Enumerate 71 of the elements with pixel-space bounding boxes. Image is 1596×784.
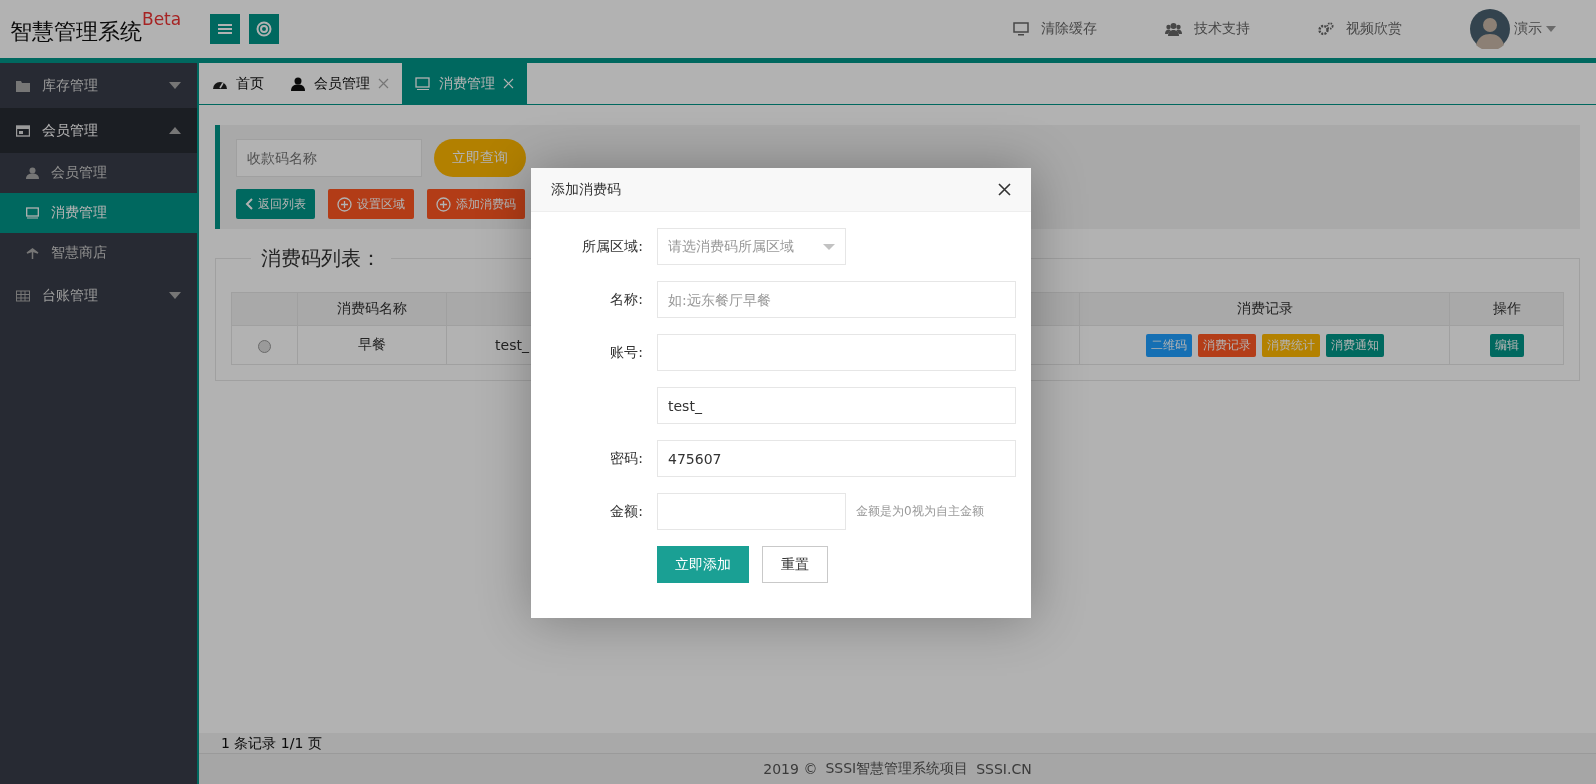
top-link[interactable]: 视频欣赏 <box>1318 20 1402 38</box>
field-label: 密码: <box>610 449 643 466</box>
plus-circle-icon <box>337 196 352 212</box>
input-field[interactable]: test_ <box>657 387 1016 424</box>
menu-item-icon <box>16 79 30 92</box>
input-field[interactable] <box>657 334 1016 371</box>
tag-button[interactable]: 二维码 <box>1145 333 1192 357</box>
beta-label: Beta <box>142 11 182 28</box>
select-field[interactable]: 请选消费码所属区域 <box>657 228 846 265</box>
caret-icon <box>1546 26 1556 32</box>
field-label: 名称: <box>610 290 643 307</box>
menu-item-icon <box>26 247 39 259</box>
sidebar-subitem[interactable]: 消费管理 <box>0 193 197 233</box>
lifebuoy-button[interactable] <box>249 14 279 44</box>
menu-item-icon <box>16 289 30 302</box>
field-label: 所属区域: <box>582 237 643 254</box>
tag-button[interactable]: 消费通知 <box>1325 333 1384 357</box>
copyright: 2019 © <box>763 761 818 777</box>
menu-item-icon <box>26 207 39 219</box>
app-title: 智慧管理系统 <box>10 18 142 46</box>
column-header: 操作 <box>1449 292 1564 326</box>
input-field[interactable]: 如:远东餐厅早餐 <box>657 281 1016 318</box>
tab[interactable]: 消费管理 <box>402 63 527 104</box>
plus-circle-icon <box>436 196 451 212</box>
sidebar-item[interactable]: 台账管理 <box>0 273 197 318</box>
dialog-title: 添加消费码 <box>551 180 621 199</box>
project-link[interactable]: SSSI智慧管理系统项目 <box>825 760 969 778</box>
top-link[interactable]: 技术支持 <box>1165 20 1250 38</box>
ring-icon <box>256 21 272 37</box>
sidebar-item[interactable]: 会员管理 <box>0 108 197 153</box>
tab[interactable]: 首页 <box>199 63 277 104</box>
list-title: 消费码列表： <box>260 245 382 272</box>
gears-icon <box>1318 22 1334 36</box>
field-label: 金额: <box>610 502 643 519</box>
field-hint: 金额是为0视为自主金额 <box>856 503 984 520</box>
caret-icon <box>823 243 835 250</box>
pager-text: 1 条记录 1/1 页 <box>199 733 1596 753</box>
chevron-left-icon <box>245 198 253 210</box>
avatar[interactable] <box>1470 9 1510 49</box>
action-button[interactable]: 返回列表 <box>236 189 315 219</box>
caret-icon <box>169 82 181 89</box>
dialog-button[interactable]: 重置 <box>762 546 828 583</box>
search-field[interactable]: 收款码名称 <box>236 139 422 177</box>
column-header: 消费码名称 <box>297 292 447 326</box>
caret-icon <box>169 127 181 134</box>
tab[interactable]: 会员管理 <box>277 63 402 104</box>
menu-item-icon <box>16 124 30 137</box>
tag-button[interactable]: 消费记录 <box>1197 333 1256 357</box>
column-header: 消费记录 <box>1079 292 1450 326</box>
monitor-icon <box>1013 22 1029 36</box>
sidebar-item[interactable]: 库存管理 <box>0 63 197 108</box>
action-button[interactable]: 添加消费码 <box>427 189 525 219</box>
site-link[interactable]: SSSI.CN <box>976 761 1032 777</box>
input-field[interactable] <box>657 493 846 530</box>
users-icon <box>1165 22 1182 36</box>
menu-item-icon <box>26 167 39 179</box>
edit-button[interactable]: 编辑 <box>1489 333 1524 357</box>
top-link[interactable]: 清除缓存 <box>1013 20 1097 38</box>
menu-button[interactable] <box>210 14 240 44</box>
row-radio[interactable] <box>258 339 271 353</box>
caret-icon <box>169 292 181 299</box>
table-cell: 早餐 <box>297 325 447 365</box>
menu-icon <box>218 23 232 35</box>
user-name[interactable]: 演示 <box>1514 20 1542 38</box>
close-icon[interactable] <box>998 183 1011 196</box>
action-button[interactable]: 设置区域 <box>328 189 414 219</box>
dialog-button[interactable]: 立即添加 <box>657 546 749 583</box>
tab-icon <box>290 76 306 91</box>
tab-icon <box>415 76 431 91</box>
field-label: 账号: <box>610 343 643 360</box>
input-field[interactable]: 475607 <box>657 440 1016 477</box>
